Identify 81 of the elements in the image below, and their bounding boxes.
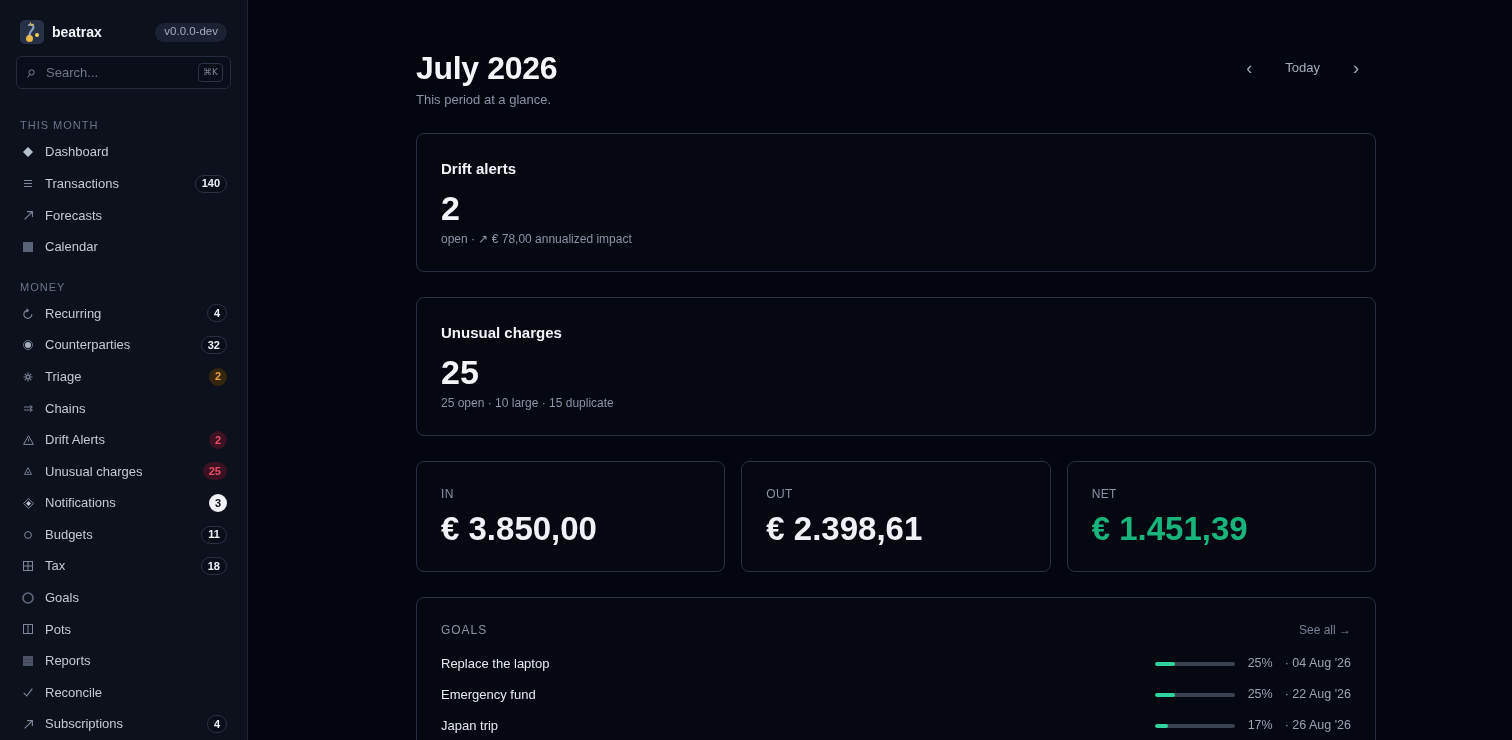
- count-badge: 140: [194, 174, 227, 193]
- count-badge: 2: [208, 430, 227, 449]
- asterisk-icon: [23, 371, 33, 382]
- total-amount: € 2.398,61: [766, 509, 924, 549]
- nav-link[interactable]: Subscriptions: [22, 714, 124, 734]
- next-button[interactable]: ›: [1340, 52, 1372, 84]
- nav-link[interactable]: Recurring: [22, 303, 102, 324]
- goal-due-date: · 26 Aug '26: [1284, 717, 1351, 735]
- goal-percent: 25%: [1246, 686, 1273, 704]
- count-badge: 4: [206, 304, 227, 323]
- version-badge: v0.0.0-dev: [155, 22, 227, 42]
- arrow-up-right-icon: [23, 210, 33, 220]
- total-amount: € 3.850,00: [441, 509, 598, 549]
- card-title: Drift alerts: [441, 159, 518, 179]
- goal-name: Japan trip: [441, 716, 499, 735]
- nav-link[interactable]: Notifications: [22, 493, 116, 513]
- square-icon: [23, 241, 33, 252]
- target-icon: [23, 340, 33, 351]
- list-icon: [24, 180, 32, 188]
- nav-link[interactable]: Triage: [22, 366, 82, 387]
- squared-plus-icon: [23, 561, 33, 572]
- section-heading: MONEY: [19, 279, 67, 295]
- nav-link[interactable]: Chains: [22, 398, 86, 418]
- see-all-link[interactable]: See all →: [1298, 622, 1351, 638]
- previous-button[interactable]: ‹: [1233, 52, 1266, 84]
- total-label: NET: [1091, 486, 1118, 502]
- goal-name: Replace the laptop: [441, 654, 550, 673]
- total-amount: € 1.451,39: [1091, 509, 1249, 549]
- alert-count: 25: [441, 352, 480, 392]
- goal-name: Emergency fund: [441, 685, 536, 704]
- nav-link[interactable]: Budgets: [22, 524, 93, 545]
- logo-icon: [20, 20, 44, 44]
- nav-link[interactable]: Reconcile: [22, 682, 103, 703]
- ring-icon: [22, 591, 34, 604]
- goal-due-date: · 22 Aug '26: [1284, 686, 1351, 704]
- nav-link[interactable]: Forecasts: [22, 205, 103, 226]
- card-detail: open · ↗ € 78,00 annualized impact: [441, 231, 633, 247]
- search-icon: [27, 69, 35, 78]
- goal-percent: 17%: [1246, 717, 1273, 735]
- section-title: GOALS: [441, 622, 488, 638]
- nav-link[interactable]: Counterparties: [22, 335, 131, 355]
- arrow-up-right-icon: [23, 719, 33, 729]
- warning-triangle-icon: [22, 434, 34, 445]
- goal-due-date: · 04 Aug '26: [1284, 655, 1351, 673]
- nav-link[interactable]: Tax: [22, 556, 66, 576]
- section-heading: THIS MONTH: [19, 118, 100, 134]
- count-badge: 3: [208, 494, 227, 513]
- page-subtitle: This period at a glance.: [416, 91, 553, 109]
- double-arrow-icon: [23, 404, 33, 412]
- card-detail: 25 open · 10 large · 15 duplicate: [441, 395, 615, 411]
- split-square-icon: [23, 624, 33, 635]
- triangle-icon: [24, 467, 32, 476]
- count-badge: 18: [200, 557, 227, 576]
- count-badge: 2: [208, 367, 227, 386]
- count-badge: 25: [202, 462, 227, 481]
- check-icon: [23, 688, 33, 698]
- diamond-icon: [23, 147, 33, 158]
- grid-square-icon: [23, 656, 33, 666]
- shortcut-hint: ⌘K: [198, 63, 223, 82]
- refresh-icon: [23, 308, 33, 319]
- nav-link[interactable]: Goals: [22, 588, 79, 608]
- nav-link[interactable]: Pots: [22, 619, 71, 640]
- total-label: OUT: [766, 486, 794, 502]
- nav-link[interactable]: Dashboard: [22, 142, 109, 162]
- circle-icon: [24, 530, 32, 539]
- nav-link[interactable]: Reports: [22, 651, 91, 671]
- nav-link[interactable]: Calendar: [22, 237, 98, 257]
- diamond-outline-icon: [22, 497, 34, 509]
- count-badge: 4: [206, 715, 227, 734]
- alert-count: 2: [441, 188, 461, 228]
- total-label: IN: [441, 486, 455, 502]
- card-title: Unusual charges: [441, 323, 563, 343]
- page-title: July 2026: [416, 49, 558, 88]
- brand-name: beatrax: [52, 22, 102, 42]
- nav-link[interactable]: Transactions: [22, 173, 119, 194]
- nav-link[interactable]: Unusual charges: [22, 461, 143, 482]
- count-badge: 11: [201, 525, 227, 544]
- goal-percent: 25%: [1246, 655, 1273, 673]
- count-badge: 32: [200, 336, 227, 355]
- today-button[interactable]: Today: [1273, 52, 1332, 84]
- nav-link[interactable]: Drift Alerts: [22, 430, 105, 450]
